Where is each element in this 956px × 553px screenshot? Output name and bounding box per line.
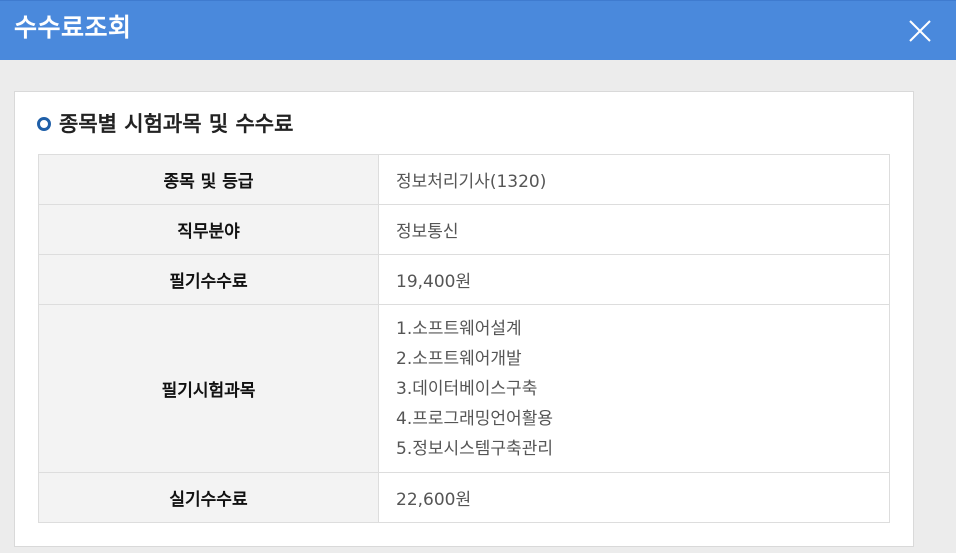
subject-item: 2.소프트웨어개발 (396, 348, 522, 369)
section-heading: 종목별 시험과목 및 수수료 (37, 109, 293, 139)
row-value-written-subjects: 1.소프트웨어설계 2.소프트웨어개발 3.데이터베이스구축 4.프로그래밍언어… (378, 304, 890, 473)
subject-item: 5.정보시스템구축관리 (396, 438, 553, 459)
row-label-practical-fee: 실기수수료 (38, 472, 379, 523)
table-row: 필기시험과목 1.소프트웨어설계 2.소프트웨어개발 3.데이터베이스구축 4.… (38, 304, 890, 473)
dialog-title: 수수료조회 (14, 13, 132, 42)
subject-item: 1.소프트웨어설계 (396, 318, 522, 339)
row-value-field: 정보통신 (378, 204, 890, 255)
row-label-grade: 종목 및 등급 (38, 154, 379, 205)
row-value-practical-fee: 22,600원 (378, 472, 890, 523)
fee-table: 종목 및 등급 정보처리기사(1320) 직무분야 정보통신 필기수수료 19,… (38, 154, 890, 523)
subject-item: 4.프로그래밍언어활용 (396, 408, 553, 429)
row-value-grade: 정보처리기사(1320) (378, 154, 890, 205)
circle-bullet-icon (37, 117, 51, 131)
subject-item: 3.데이터베이스구축 (396, 378, 538, 399)
row-value-written-fee: 19,400원 (378, 254, 890, 305)
table-row: 실기수수료 22,600원 (38, 472, 890, 523)
section-title-text: 종목별 시험과목 및 수수료 (59, 112, 294, 136)
dialog-header: 수수료조회 (0, 0, 956, 60)
table-row: 종목 및 등급 정보처리기사(1320) (38, 154, 890, 205)
row-label-written-subjects: 필기시험과목 (38, 304, 379, 473)
close-icon (909, 20, 931, 42)
table-row: 필기수수료 19,400원 (38, 254, 890, 305)
fee-panel: 종목별 시험과목 및 수수료 종목 및 등급 정보처리기사(1320) 직무분야… (14, 91, 914, 547)
close-button[interactable] (902, 13, 938, 49)
table-row: 직무분야 정보통신 (38, 204, 890, 255)
row-label-field: 직무분야 (38, 204, 379, 255)
row-label-written-fee: 필기수수료 (38, 254, 379, 305)
